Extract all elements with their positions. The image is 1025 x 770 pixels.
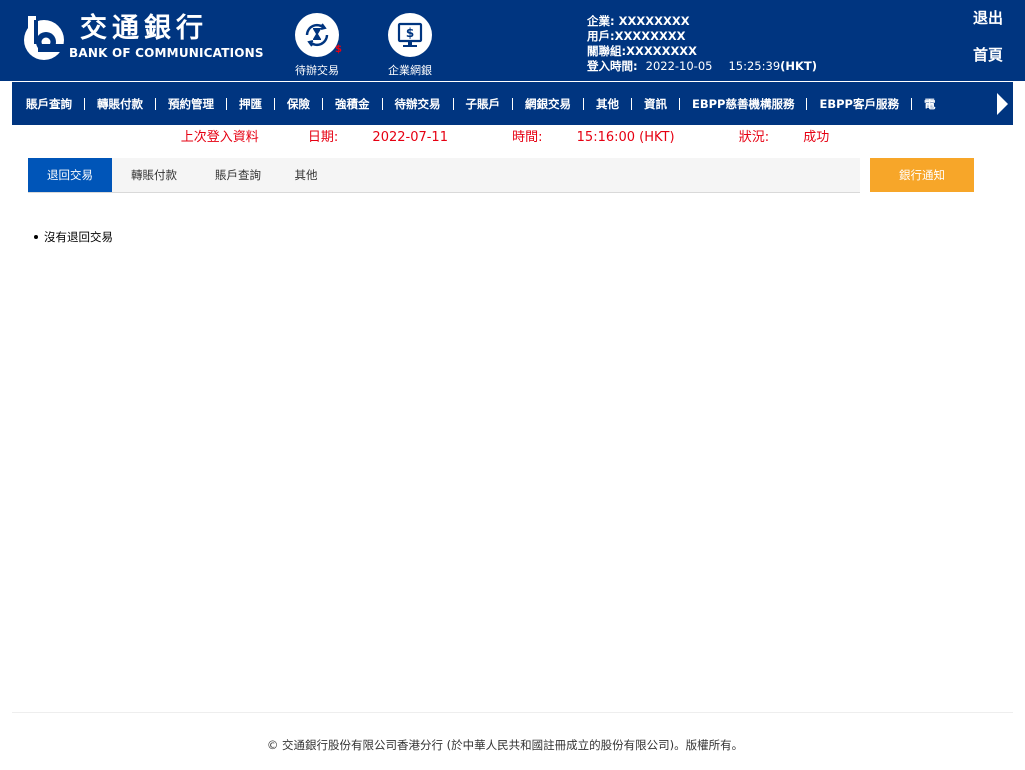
home-link[interactable]: 首頁 [973,45,1003,65]
nav-separator [452,97,454,110]
tab-account-enquiry[interactable]: 賬戶查詢 [196,158,280,192]
nav-item-9[interactable]: 其他 [596,96,619,112]
nav-item-11[interactable]: EBPP慈善機構服務 [692,96,794,112]
footer-copyright: © 交通銀行股份有限公司香港分行 (於中華人民共和國註冊成立的股份有限公司)。版… [266,738,744,752]
pending-transactions-shortcut[interactable]: $ 待辦交易 [282,13,352,79]
last-login-info: 上次登入資料 日期: 2022-07-11 時間: 15:16:00 (HKT)… [0,126,1025,145]
last-login-status: 狀況: 成功 [724,130,845,145]
monitor-dollar-icon: $ [397,22,423,47]
nav-list: 賬戶查詢 轉賬付款 預約管理 押匯 保險 強積金 待辦交易 子賬戶 網銀交易 其他 資訊 EBPP慈善… [26,82,935,125]
nav-item-0[interactable]: 賬戶查詢 [26,96,72,112]
nav-item-3[interactable]: 押匯 [239,96,262,112]
login-time-row: 登入時間: 2022-10-05 15:25:39(HKT) [587,59,817,74]
user-value: XXXXXXXX [614,29,686,43]
nav-separator [910,97,912,110]
last-login-title: 上次登入資料 [180,130,259,145]
last-login-date: 日期: 2022-07-11 [293,130,463,145]
group-label: 關聯組: [587,44,627,58]
hourglass-refresh-icon [305,23,329,47]
company-value: XXXXXXXX [618,14,690,28]
tab-others[interactable]: 其他 [280,158,332,192]
header-bar: 交通銀行 BANK OF COMMUNICATIONS $ 待辦交易 $ 企業網 [0,0,1025,81]
tab-returned-transactions[interactable]: 退回交易 [28,158,112,192]
tab-bar: 退回交易 轉賬付款 賬戶查詢 其他 [28,158,860,193]
nav-item-4[interactable]: 保險 [287,96,310,112]
nav-item-13[interactable]: 電 [924,96,936,112]
nav-separator [381,97,383,110]
bank-name-en: BANK OF COMMUNICATIONS [69,46,264,60]
ebanking-icon-circle: $ [388,13,432,57]
pending-transactions-label: 待辦交易 [295,64,339,77]
nav-separator [631,97,632,110]
pending-icon-circle: $ [295,13,342,57]
last-login-status-value: 成功 [803,130,830,145]
corporate-ebanking-shortcut[interactable]: $ 企業網銀 [375,13,445,79]
user-label: 用戶: [587,29,615,43]
nav-separator [512,97,513,110]
nav-item-5[interactable]: 強積金 [335,96,370,112]
company-label: 企業: [587,14,615,28]
caret-right-icon [997,93,1008,115]
group-value: XXXXXXXX [626,44,698,58]
user-row: 用戶:XXXXXXXX [587,29,817,44]
user-info: 企業: XXXXXXXX 用戶:XXXXXXXX 關聯組:XXXXXXXX 登入… [587,14,817,74]
nav-separator [226,97,227,110]
company-row: 企業: XXXXXXXX [587,14,817,29]
login-timezone: (HKT) [780,59,818,73]
nav-scroll-right[interactable] [991,82,1013,125]
nav-item-10[interactable]: 資訊 [644,96,667,112]
nav-separator [322,97,323,110]
main-nav: 賬戶查詢 轉賬付款 預約管理 押匯 保險 強積金 待辦交易 子賬戶 網銀交易 其他 資訊 EBPP慈善… [12,81,1013,125]
login-date: 2022-10-05 [645,59,713,73]
last-login-date-value: 2022-07-11 [372,130,448,145]
empty-message: 沒有退回交易 [34,229,113,245]
last-login-time-label: 時間: [512,130,543,145]
nav-item-7[interactable]: 子賬戶 [466,96,501,112]
svg-text:$: $ [406,26,414,40]
last-login-date-label: 日期: [307,130,339,145]
nav-separator [583,97,584,110]
tab-transfer-payment[interactable]: 轉賬付款 [112,158,196,192]
login-time: 15:25:39 [728,59,781,73]
top-links: 退出 首頁 [973,8,1003,82]
pending-badge: $ [335,44,342,55]
login-time-label: 登入時間: [587,59,638,73]
corporate-ebanking-label: 企業網銀 [388,64,432,77]
logout-link[interactable]: 退出 [973,8,1003,28]
last-login-time: 時間: 15:16:00 (HKT) [497,130,689,145]
bank-name-cn: 交通銀行 [80,13,208,44]
nav-separator [84,97,85,110]
last-login-status-label: 狀況: [738,130,770,145]
nav-item-1[interactable]: 轉賬付款 [97,96,143,112]
bankcomm-logo-icon [24,16,68,60]
empty-message-text: 沒有退回交易 [44,230,113,244]
bank-logo[interactable]: 交通銀行 BANK OF COMMUNICATIONS [20,13,264,64]
group-row: 關聯組:XXXXXXXX [587,44,817,59]
nav-item-12[interactable]: EBPP客戶服務 [819,96,898,112]
nav-separator [806,97,808,110]
footer-divider [12,712,1013,713]
bank-notice-button[interactable]: 銀行通知 [870,158,974,192]
bullet-icon [34,234,38,239]
nav-separator [274,97,275,110]
nav-separator [679,97,680,110]
last-login-time-value: 15:16:00 (HKT) [576,130,675,145]
nav-separator [155,97,156,110]
nav-item-8[interactable]: 網銀交易 [525,96,571,112]
nav-item-2[interactable]: 預約管理 [168,96,214,112]
nav-item-6[interactable]: 待辦交易 [395,96,441,112]
